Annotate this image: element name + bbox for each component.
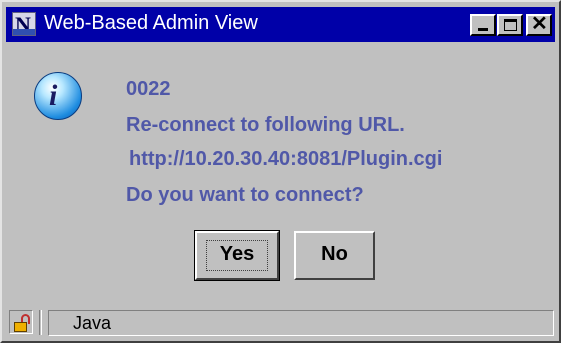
dialog-window: N Web-Based Admin View ✕ i 0022 Re-conne…	[0, 0, 561, 343]
focus-indicator	[206, 240, 268, 271]
message-text: Re-connect to following URL.	[126, 114, 405, 136]
unlocked-padlock-icon[interactable]	[9, 310, 33, 334]
message-url: http://10.20.30.40:8081/Plugin.cgi	[129, 148, 443, 170]
no-button-label: No	[321, 243, 348, 265]
close-icon: ✕	[531, 13, 548, 35]
status-divider	[39, 310, 42, 335]
close-button[interactable]: ✕	[526, 13, 552, 36]
maximize-icon	[504, 19, 517, 31]
status-text: Java	[73, 313, 112, 333]
no-button[interactable]: No	[294, 231, 375, 280]
netscape-logo-icon: N	[12, 12, 36, 37]
info-icon: i	[34, 72, 82, 120]
status-bar: Java	[6, 308, 557, 338]
maximize-button[interactable]	[497, 14, 523, 36]
message-question: Do you want to connect?	[126, 184, 364, 206]
title-bar[interactable]: N Web-Based Admin View ✕	[6, 7, 555, 42]
window-title: Web-Based Admin View	[44, 12, 258, 34]
message-code: 0022	[126, 78, 171, 100]
status-field: Java	[48, 310, 554, 336]
minimize-button[interactable]	[470, 14, 496, 36]
yes-button[interactable]: Yes	[194, 230, 280, 281]
minimize-icon	[478, 28, 488, 31]
